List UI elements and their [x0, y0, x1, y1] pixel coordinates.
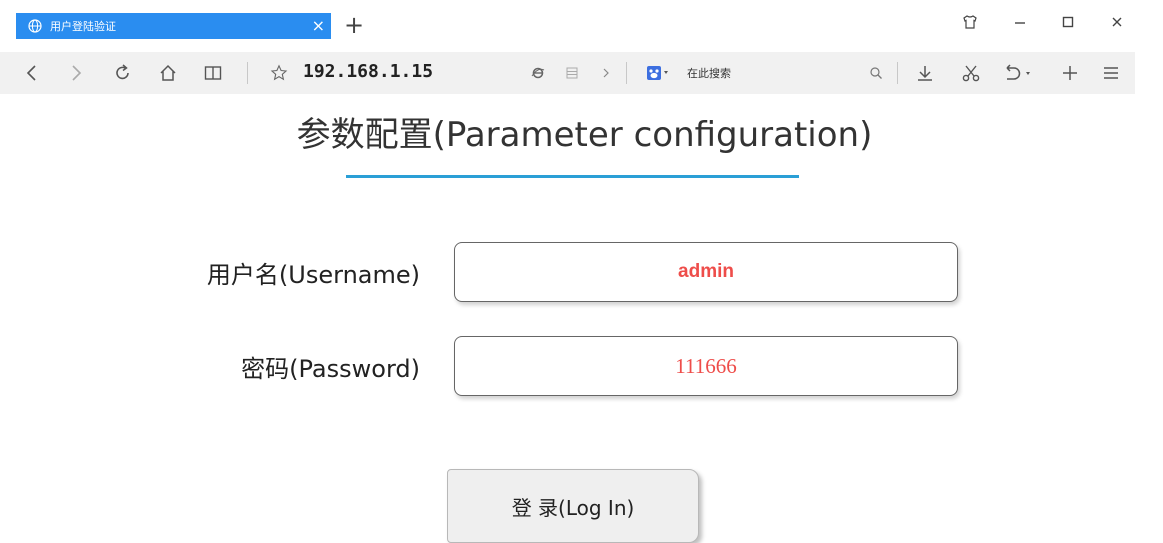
expand-button[interactable]	[598, 52, 614, 94]
minimize-icon	[1015, 22, 1025, 24]
ie-mode-button[interactable]	[528, 52, 548, 94]
toolbar-divider	[247, 62, 248, 84]
grid-icon	[566, 67, 578, 79]
username-label: 用户名(Username)	[206, 261, 420, 289]
tab-close-button[interactable]: ×	[312, 16, 325, 36]
back-icon	[26, 65, 36, 81]
globe-icon	[28, 19, 42, 33]
book-icon	[204, 66, 222, 80]
minimize-button[interactable]	[1005, 7, 1035, 37]
reload-icon	[116, 64, 129, 80]
tab-active[interactable]: 用户登陆验证 ×	[16, 13, 331, 39]
download-icon	[918, 66, 932, 81]
download-button[interactable]	[912, 52, 938, 94]
scissors-icon	[962, 65, 980, 82]
screenshot-button[interactable]	[958, 52, 984, 94]
new-tab-button[interactable]: +	[344, 12, 364, 38]
search-box[interactable]: 在此搜索	[687, 65, 731, 81]
search-engine-selector[interactable]	[643, 52, 679, 94]
browser-toolbar: 192.168.1.15 在此搜索	[0, 52, 1135, 94]
search-icon	[870, 67, 882, 79]
toolbar-divider	[897, 62, 898, 84]
forward-icon	[72, 65, 82, 81]
ie-icon	[531, 67, 545, 79]
plus-icon	[1063, 66, 1077, 80]
baidu-icon	[647, 66, 668, 80]
username-value: admin	[678, 261, 734, 282]
address-bar[interactable]: 192.168.1.15	[303, 61, 433, 82]
maximize-icon	[1062, 16, 1074, 28]
reload-button[interactable]	[110, 52, 136, 94]
title-underline	[346, 175, 799, 178]
undo-icon	[1006, 64, 1030, 80]
back-button[interactable]	[20, 52, 44, 94]
login-button[interactable]: 登 录(Log In)	[447, 469, 699, 543]
tab-title: 用户登陆验证	[50, 20, 116, 33]
menu-button[interactable]	[1098, 52, 1124, 94]
home-icon	[160, 64, 176, 81]
password-label: 密码(Password)	[241, 355, 420, 383]
password-field[interactable]: 111666	[454, 336, 958, 396]
toolbar-divider	[626, 62, 627, 84]
forward-button[interactable]	[64, 52, 88, 94]
chevron-right-icon	[603, 68, 609, 78]
home-button[interactable]	[155, 52, 181, 94]
search-button[interactable]	[866, 52, 886, 94]
add-button[interactable]	[1058, 52, 1082, 94]
favorite-button[interactable]	[268, 52, 290, 94]
skin-button[interactable]	[955, 7, 985, 37]
reader-button[interactable]	[200, 52, 226, 94]
username-field[interactable]: admin	[454, 242, 958, 302]
password-value: 111666	[675, 353, 737, 378]
hamburger-icon	[1104, 67, 1118, 79]
star-icon	[270, 64, 288, 81]
page-title-text: 参数配置(Parameter configuration)	[296, 115, 873, 155]
close-window-button[interactable]	[1102, 7, 1132, 37]
page-title: 参数配置(Parameter configuration)	[0, 107, 1163, 156]
page-menu-button[interactable]	[563, 52, 581, 94]
tshirt-icon	[963, 15, 977, 29]
maximize-button[interactable]	[1053, 7, 1083, 37]
undo-close-button[interactable]	[1000, 52, 1040, 94]
tab-strip: 用户登陆验证 × +	[0, 0, 1163, 52]
close-icon	[1112, 17, 1122, 27]
